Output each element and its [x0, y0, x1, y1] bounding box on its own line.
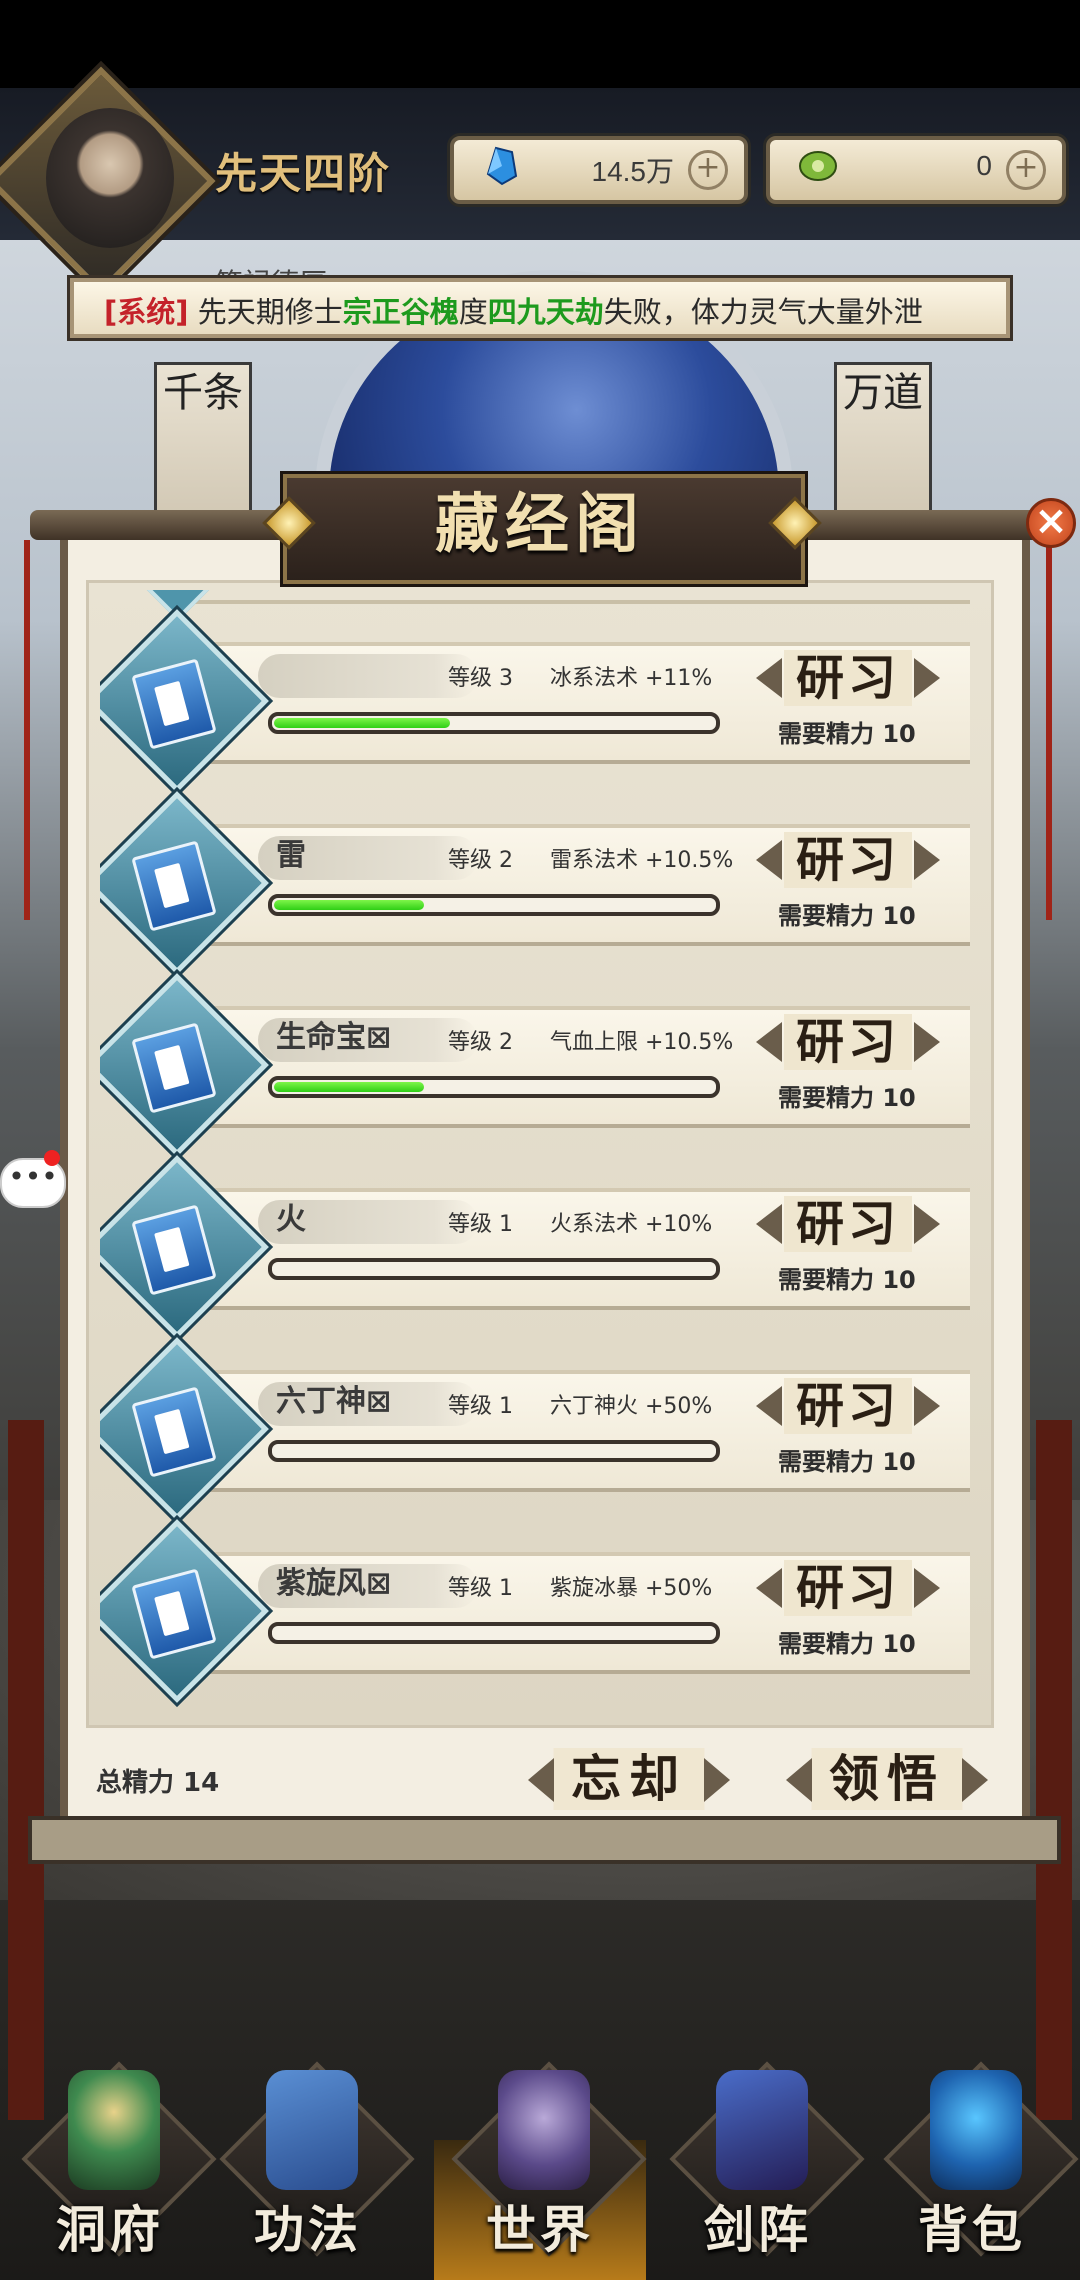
- skill-bonus: 冰系法术 +11%: [550, 666, 713, 691]
- study-button[interactable]: 研习: [748, 1560, 948, 1616]
- world-icon: [498, 2070, 590, 2190]
- skill-bonus: 火系法术 +10%: [550, 1212, 713, 1237]
- nav-label: 洞府: [56, 2200, 164, 2259]
- game-screen: 千条 万道 先天四阶 14.5万 + 0 + 签禄德厚 [系统] 先天期修士宗正…: [0, 0, 1080, 2280]
- nav-label: 背包: [918, 2200, 1026, 2259]
- skill-progress-bar: [268, 712, 720, 734]
- ink-stroke: [258, 654, 478, 698]
- scroll-left-text: 千条: [163, 370, 243, 416]
- backpack-icon: [930, 2070, 1022, 2190]
- skill-level: 等级 1: [448, 1212, 513, 1237]
- skill-progress-bar: [268, 1622, 720, 1644]
- scroll-right-text: 万道: [843, 370, 923, 416]
- chat-bubble-button[interactable]: •••: [0, 1158, 66, 1208]
- energy-required: 需要精力 10: [778, 1630, 916, 1658]
- spirit-stone-counter: 14.5万 +: [450, 136, 748, 204]
- comprehend-button[interactable]: 领悟: [782, 1748, 992, 1810]
- spirit-stone-value: 14.5万: [591, 156, 675, 187]
- total-energy: 总精力 14: [96, 1768, 220, 1798]
- jade-icon: [799, 151, 837, 181]
- skill-bonus: 紫旋冰暴 +50%: [550, 1576, 713, 1601]
- study-button[interactable]: 研习: [748, 1196, 948, 1252]
- energy-required: 需要精力 10: [778, 902, 916, 930]
- nav-item-4[interactable]: 背包: [872, 2040, 1079, 2270]
- avatar[interactable]: [46, 108, 174, 248]
- study-button[interactable]: 研习: [748, 832, 948, 888]
- skill-progress-bar: [268, 1258, 720, 1280]
- nav-label: 世界: [486, 2200, 594, 2259]
- rope-left: [24, 540, 30, 920]
- cave-residence-icon: [68, 2070, 160, 2190]
- skill-level: 等级 2: [448, 848, 513, 873]
- skill-books-icon: [266, 2070, 358, 2190]
- skill-row: 六丁神⊠ 等级 1 六丁神火 +50% 研习需要精力 10: [100, 1337, 980, 1521]
- skill-name: 生命宝⊠: [276, 1020, 392, 1055]
- forget-button[interactable]: 忘却: [524, 1748, 734, 1810]
- notice-prefix: [系统]: [104, 295, 189, 329]
- notice-event: 四九天劫: [487, 295, 604, 329]
- blue-crystal-icon: [486, 146, 518, 186]
- nav-label: 功法: [254, 2200, 362, 2259]
- skill-progress-fill: [274, 718, 450, 728]
- panel-title: 藏经阁: [435, 487, 645, 562]
- jade-counter: 0 +: [766, 136, 1066, 204]
- energy-required: 需要精力 10: [778, 1266, 916, 1294]
- notice-player-name: 宗正谷槐: [342, 295, 459, 329]
- skill-progress-bar: [268, 1440, 720, 1462]
- skill-level: 等级 1: [448, 1576, 513, 1601]
- skill-row: 紫旋风⊠ 等级 1 紫旋冰暴 +50% 研习需要精力 10: [100, 1519, 980, 1703]
- nav-item-1[interactable]: 功法: [208, 2040, 415, 2270]
- skill-level: 等级 1: [448, 1394, 513, 1419]
- notice-text-1: 先天期修士: [188, 295, 343, 329]
- rope-right: [1046, 540, 1052, 920]
- skill-name: 六丁神⊠: [276, 1384, 392, 1419]
- skill-name: 火: [276, 1202, 306, 1237]
- study-button[interactable]: 研习: [748, 1378, 948, 1434]
- skill-progress-bar: [268, 894, 720, 916]
- skill-bonus: 雷系法术 +10.5%: [550, 848, 734, 873]
- skill-row: 雷 等级 2 雷系法术 +10.5% 研习需要精力 10: [100, 791, 980, 975]
- add-jade-button[interactable]: +: [1006, 150, 1046, 190]
- system-notice: [系统] 先天期修士宗正谷槐度四九天劫失败，体力灵气大量外泄: [70, 278, 1010, 338]
- skill-bonus: 气血上限 +10.5%: [550, 1030, 734, 1055]
- sword-array-icon: [716, 2070, 808, 2190]
- list-row-partial: [100, 590, 980, 622]
- skill-level: 等级 3: [448, 666, 513, 691]
- study-button[interactable]: 研习: [748, 650, 948, 706]
- nav-item-3[interactable]: 剑阵: [658, 2040, 865, 2270]
- skill-name: 紫旋风⊠: [276, 1566, 392, 1601]
- skill-bonus: 六丁神火 +50%: [550, 1394, 713, 1419]
- nav-item-2[interactable]: 世界: [440, 2040, 647, 2270]
- scroll-rod-bottom: [28, 1816, 1061, 1864]
- nav-label: 剑阵: [704, 2200, 812, 2259]
- notice-text-3: 失败，体力灵气大量外泄: [603, 295, 923, 329]
- skill-progress-fill: [274, 900, 424, 910]
- energy-required: 需要精力 10: [778, 1448, 916, 1476]
- skill-row: 生命宝⊠ 等级 2 气血上限 +10.5% 研习需要精力 10: [100, 973, 980, 1157]
- add-spirit-stone-button[interactable]: +: [688, 150, 728, 190]
- chat-notification-dot: [44, 1150, 60, 1166]
- jade-value: 0: [976, 150, 992, 181]
- skill-level: 等级 2: [448, 1030, 513, 1055]
- skill-list[interactable]: 等级 3 冰系法术 +11% 研习 需要精力 10 雷等级 2 雷系法术 +10.5% 研习…: [100, 590, 980, 1710]
- energy-required: 需要精力 10: [778, 720, 916, 748]
- notice-text-2: 度: [458, 295, 488, 329]
- study-button[interactable]: 研习: [748, 1014, 948, 1070]
- skill-progress-fill: [274, 1082, 424, 1092]
- skill-progress-bar: [268, 1076, 720, 1098]
- skill-row: 火 等级 1 火系法术 +10% 研习需要精力 10: [100, 1155, 980, 1339]
- close-button[interactable]: ×: [1026, 498, 1076, 548]
- cultivation-rank: 先天四阶: [215, 149, 392, 198]
- energy-required: 需要精力 10: [778, 1084, 916, 1112]
- skill-row: 等级 3 冰系法术 +11% 研习需要精力 10: [100, 609, 980, 793]
- nav-item-0[interactable]: 洞府: [10, 2040, 217, 2270]
- skill-name: 雷: [276, 838, 306, 873]
